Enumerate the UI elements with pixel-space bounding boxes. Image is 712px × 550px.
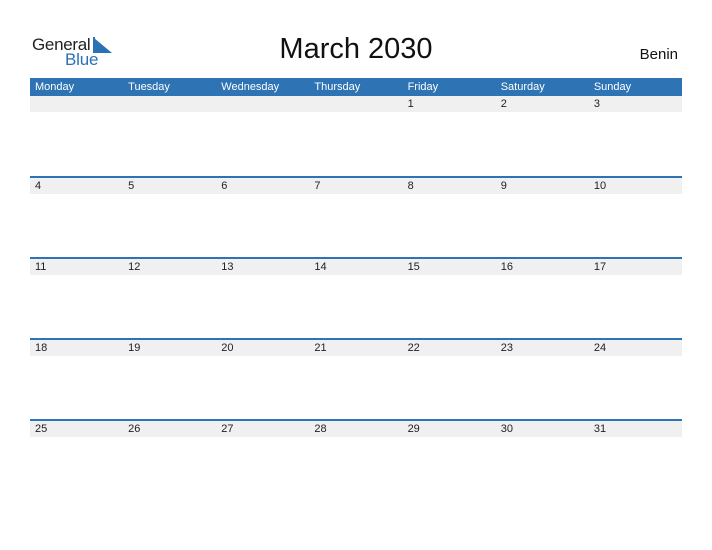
- date-strip: 4 5 6 7 8 9 10: [30, 178, 682, 194]
- calendar-grid: Monday Tuesday Wednesday Thursday Friday…: [30, 78, 682, 500]
- date-strip: 25 26 27 28 29 30 31: [30, 421, 682, 437]
- day-cell: 18: [35, 342, 48, 354]
- day-cell: [123, 96, 216, 112]
- day-cell: 24: [593, 342, 607, 354]
- day-cell: [309, 96, 402, 112]
- week-row: 25 26 27 28 29 30 31: [30, 419, 682, 500]
- week-row: 4 5 6 7 8 9 10: [30, 176, 682, 257]
- day-cell: 5: [128, 180, 135, 192]
- date-strip: 11 12 13 14 15 16 17: [30, 259, 682, 275]
- weekday-tuesday: Tuesday: [128, 81, 170, 93]
- day-cell: 2: [500, 98, 507, 110]
- day-cell: 9: [500, 180, 507, 192]
- calendar-title: March 2030: [279, 33, 433, 65]
- weekday-monday: Monday: [35, 81, 75, 93]
- date-strip: 18 19 20 21 22 23 24: [30, 340, 682, 356]
- day-cell: 1: [407, 98, 414, 110]
- day-cell: [30, 96, 123, 112]
- week-row: 11 12 13 14 15 16 17: [30, 257, 682, 338]
- date-strip: 1 2 3: [30, 96, 682, 112]
- day-cell: 31: [593, 423, 607, 435]
- day-cell: 23: [500, 342, 513, 354]
- day-cell: 7: [314, 180, 321, 192]
- day-cell: 30: [500, 423, 513, 435]
- day-cell: 29: [407, 423, 420, 435]
- week-row: 18 19 20 21 22 23 24: [30, 338, 682, 419]
- day-cell: 20: [221, 342, 234, 354]
- weekday-thursday: Thursday: [314, 81, 361, 93]
- day-cell: [216, 96, 309, 112]
- weekday-sunday: Sunday: [593, 81, 632, 93]
- day-cell: 8: [407, 180, 414, 192]
- day-cell: 13: [221, 261, 234, 273]
- country-label: Benin: [639, 46, 678, 63]
- day-cell: 14: [314, 261, 327, 273]
- day-cell: 28: [314, 423, 327, 435]
- weekday-friday: Friday: [407, 81, 439, 93]
- weekday-wednesday: Wednesday: [221, 81, 280, 93]
- weekday-header: Monday Tuesday Wednesday Thursday Friday…: [30, 78, 682, 96]
- day-cell: 10: [593, 180, 607, 192]
- day-cell: 16: [500, 261, 513, 273]
- day-cell: 17: [593, 261, 607, 273]
- day-cell: 6: [221, 180, 228, 192]
- weeks-container: 1 2 3 4 5 6 7 8 9 10 11 12 13 14 15 16 17 18 19 20 21 22 23 24 2…: [30, 96, 682, 500]
- day-cell: 3: [593, 98, 600, 110]
- week-row: 1 2 3: [30, 96, 682, 176]
- day-cell: 15: [407, 261, 420, 273]
- day-cell: 22: [407, 342, 420, 354]
- day-cell: 11: [35, 261, 47, 273]
- day-cell: 25: [35, 423, 48, 435]
- day-cell: 21: [314, 342, 327, 354]
- weekday-saturday: Saturday: [500, 81, 545, 93]
- day-cell: 27: [221, 423, 234, 435]
- day-cell: 12: [128, 261, 141, 273]
- day-cell: 4: [35, 180, 42, 192]
- day-cell: 19: [128, 342, 141, 354]
- day-cell: 26: [128, 423, 141, 435]
